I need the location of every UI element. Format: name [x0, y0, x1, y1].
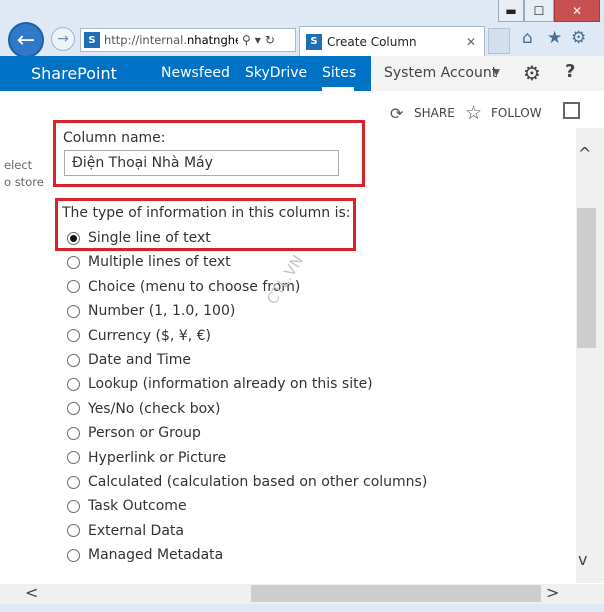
user-menu[interactable]: System Account	[384, 65, 497, 81]
forward-button[interactable]: →	[51, 27, 75, 51]
back-button[interactable]: ←	[8, 22, 44, 58]
radio-button[interactable]	[67, 499, 80, 513]
radio-option-label: Hyperlink or Picture	[88, 449, 227, 466]
back-arrow-icon: ←	[16, 27, 36, 53]
nav-skydrive[interactable]: SkyDrive	[245, 65, 307, 81]
radio-button[interactable]	[67, 475, 80, 489]
radio-option-label: Number (1, 1.0, 100)	[88, 303, 236, 320]
brand-link[interactable]: SharePoint	[31, 64, 117, 83]
radio-option[interactable]: Task Outcome	[67, 498, 187, 514]
horizontal-scroll-thumb[interactable]	[251, 585, 541, 602]
url-domain: nhatnghe...	[187, 33, 238, 47]
browser-chrome: ▬ ☐ ✕ ← → S http://internal.nhatnghe... …	[0, 0, 604, 58]
radio-option[interactable]: Person or Group	[67, 425, 201, 441]
nav-sites[interactable]: Sites	[322, 65, 356, 81]
radio-option-label: Lookup (information already on this site…	[88, 376, 373, 393]
scroll-up-icon[interactable]: ^	[578, 144, 591, 163]
radio-button[interactable]	[67, 304, 80, 318]
radio-option-label: Managed Metadata	[88, 547, 224, 564]
radio-option[interactable]: Currency ($, ¥, €)	[67, 328, 211, 344]
scroll-left-icon[interactable]: <	[25, 583, 38, 602]
new-tab-button[interactable]	[488, 28, 510, 54]
radio-option-label: Currency ($, ¥, €)	[88, 327, 211, 344]
tab-title: Create Column	[327, 34, 417, 49]
active-nav-indicator	[322, 87, 354, 91]
share-icon[interactable]: ⟳	[390, 104, 403, 123]
refresh-icon[interactable]: ↻	[265, 33, 275, 47]
radio-button[interactable]	[67, 548, 80, 562]
radio-option-label: Calculated (calculation based on other c…	[88, 474, 428, 490]
user-area: System Account ▼ ⚙ ?	[371, 56, 604, 91]
sharepoint-favicon-icon: S	[306, 33, 322, 50]
scroll-down-icon[interactable]: v	[578, 550, 587, 569]
star-icon[interactable]: ★	[547, 28, 562, 48]
radio-option-label: Yes/No (check box)	[88, 400, 221, 417]
scroll-right-icon[interactable]: >	[546, 583, 559, 602]
radio-button[interactable]	[67, 255, 80, 269]
column-name-label: Column name:	[63, 130, 166, 146]
column-name-input[interactable]	[64, 150, 339, 176]
radio-option[interactable]: Yes/No (check box)	[67, 401, 220, 417]
radio-option[interactable]: Lookup (information already on this site…	[67, 376, 373, 392]
help-icon[interactable]: ?	[565, 61, 575, 82]
radio-option[interactable]: External Data	[67, 523, 184, 539]
radio-option[interactable]: Hyperlink or Picture	[67, 450, 226, 466]
radio-button[interactable]	[67, 280, 80, 294]
radio-option-label: Single line of text	[88, 230, 211, 246]
home-icon[interactable]: ⌂	[522, 28, 533, 48]
gear-icon[interactable]: ⚙	[571, 28, 586, 48]
radio-button[interactable]	[67, 353, 80, 367]
search-icon[interactable]: ⚲	[242, 33, 251, 47]
vertical-scroll-thumb[interactable]	[577, 208, 596, 348]
minimize-button[interactable]: ▬	[498, 0, 524, 22]
suite-bar: SharePoint Newsfeed SkyDrive Sites Syste…	[0, 56, 604, 91]
radio-option-label: External Data	[88, 522, 184, 539]
radio-option[interactable]: Single line of text	[67, 230, 211, 246]
maximize-button[interactable]: ☐	[524, 0, 554, 22]
url-text[interactable]: http://internal.nhatnghe...	[104, 33, 238, 47]
radio-button[interactable]	[67, 231, 80, 245]
radio-option[interactable]: Number (1, 1.0, 100)	[67, 303, 235, 319]
radio-button[interactable]	[67, 426, 80, 440]
chevron-down-icon[interactable]: ▾	[255, 33, 261, 47]
close-icon[interactable]: ✕	[466, 35, 476, 49]
radio-option-label: Multiple lines of text	[88, 254, 231, 271]
left-clipped-text: o store	[4, 175, 44, 189]
vertical-scrollbar[interactable]	[576, 128, 604, 583]
follow-button[interactable]: FOLLOW	[491, 106, 542, 120]
follow-star-icon[interactable]: ☆	[465, 102, 482, 124]
radio-button[interactable]	[67, 451, 80, 465]
radio-button[interactable]	[67, 524, 80, 538]
window-bottom-edge	[0, 604, 604, 612]
radio-option[interactable]: Calculated (calculation based on other c…	[67, 474, 427, 490]
forward-arrow-icon: →	[57, 31, 69, 47]
focus-content-icon[interactable]	[563, 102, 580, 119]
radio-option[interactable]: Managed Metadata	[67, 547, 223, 563]
tab-create-column[interactable]: S Create Column ✕	[299, 26, 485, 56]
sharepoint-favicon-icon: S	[84, 32, 100, 48]
caret-down-icon[interactable]: ▼	[493, 68, 500, 78]
settings-gear-icon[interactable]: ⚙	[523, 61, 541, 85]
nav-newsfeed[interactable]: Newsfeed	[161, 65, 230, 81]
radio-option-label: Date and Time	[88, 352, 191, 368]
left-clipped-text: elect	[4, 158, 33, 172]
radio-button[interactable]	[67, 329, 80, 343]
close-window-button[interactable]: ✕	[554, 0, 600, 22]
radio-button[interactable]	[67, 377, 80, 391]
type-question-label: The type of information in this column i…	[62, 205, 351, 221]
url-prefix: http://internal.	[104, 33, 188, 47]
share-button[interactable]: SHARE	[414, 106, 455, 120]
radio-option[interactable]: Date and Time	[67, 352, 191, 368]
radio-option[interactable]: Multiple lines of text	[67, 254, 231, 270]
address-bar[interactable]: S http://internal.nhatnghe... ⚲ ▾ ↻	[80, 28, 296, 52]
radio-option-label: Task Outcome	[88, 498, 187, 515]
radio-option-label: Person or Group	[88, 425, 201, 442]
radio-button[interactable]	[67, 402, 80, 416]
